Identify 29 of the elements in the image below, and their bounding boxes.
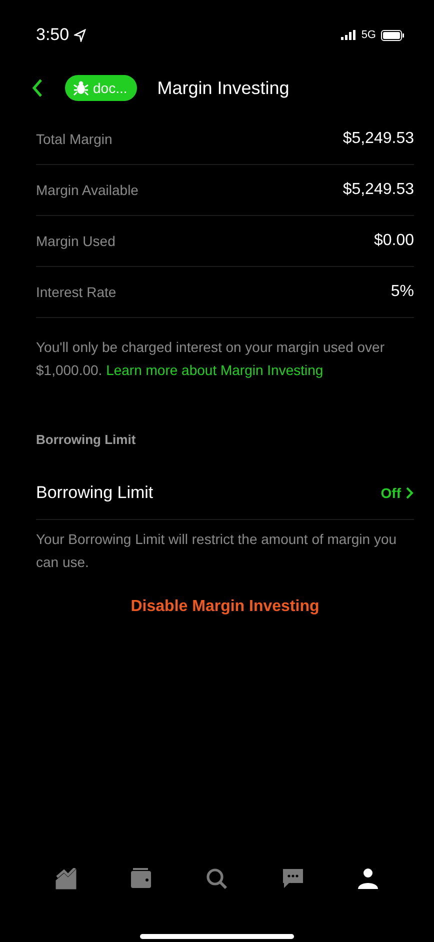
signal-icon [341,30,356,40]
network-label: 5G [361,29,376,41]
person-icon [357,868,380,890]
borrowing-note: Your Borrowing Limit will restrict the amount of margin you can use. [36,530,398,572]
chevron-right-icon [406,487,414,499]
row-label: Margin Available [36,182,138,198]
clock-time: 3:50 [36,25,70,45]
learn-more-link[interactable]: Learn more about Margin Investing [106,362,324,378]
row-value: $5,249.53 [342,130,414,148]
page-title: Margin Investing [157,78,290,98]
margin-note: You'll only be charged interest on your margin used over $1,000.00. Learn more about Margin Investing [36,338,386,380]
row-label: Total Margin [36,131,112,147]
row-label: Margin Used [36,233,116,249]
back-chevron-icon [32,78,43,98]
wallet-icon [130,868,152,890]
chat-bubble-icon [282,868,304,890]
row-value: 5% [390,283,414,301]
battery-icon [381,30,404,40]
disable-margin-button[interactable]: Disable Margin Investing [130,596,320,618]
row-value: $5,249.53 [342,181,414,199]
row-value: $0.00 [374,232,414,250]
bug-icon [73,80,89,96]
chart-icon [54,868,77,890]
section-heading: Borrowing Limit [36,432,137,447]
search-icon [206,868,228,890]
row-label: Borrowing Limit [36,483,154,503]
row-label: Interest Rate [36,284,116,300]
location-arrow-icon [74,28,86,42]
borrowing-limit-toggle[interactable]: Off [380,485,414,501]
